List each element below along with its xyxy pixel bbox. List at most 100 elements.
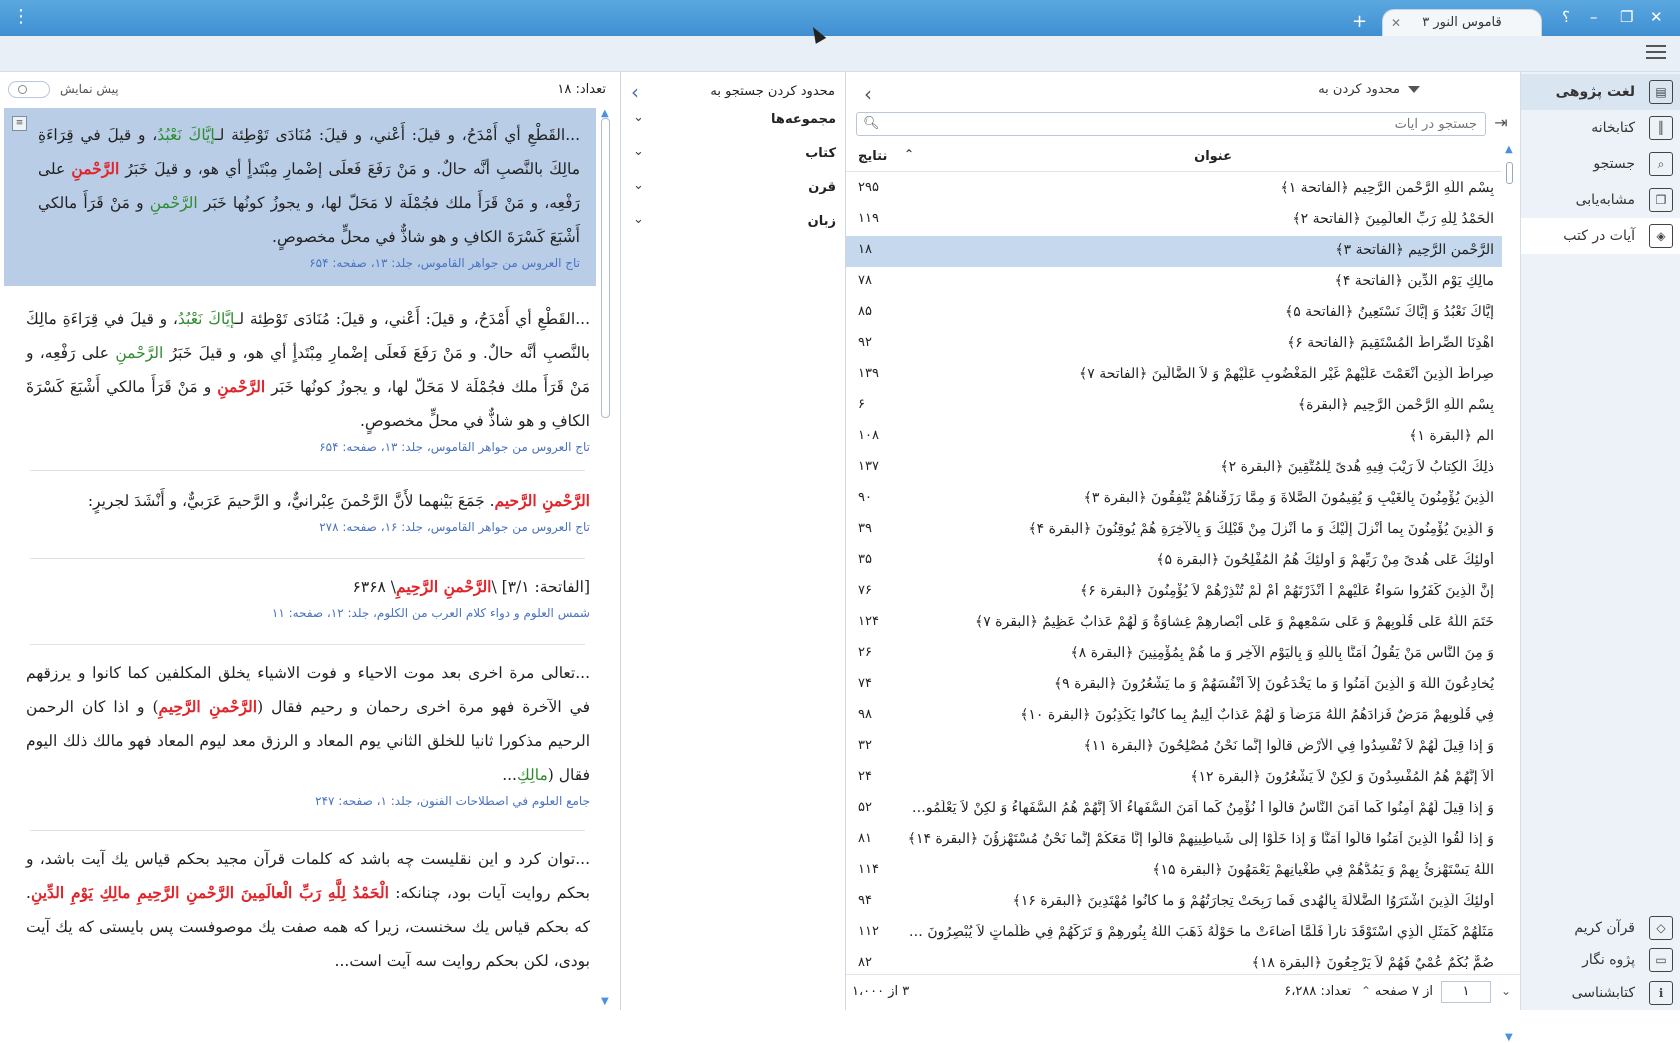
table-row[interactable]: إِيَّاكَ نَعْبُدُ وَ إِيَّاكَ نَسْتَعِين… [846,298,1502,329]
table-row[interactable]: أُولئِكَ عَلى هُدىً مِنْ رَبِّهِمْ وَ أُ… [846,546,1502,577]
entry-source-link[interactable]: جامع العلوم في اصطلاحات الفنون، جلد: ۱، … [26,794,590,808]
table-row[interactable]: ذلِكَ الْكِتابُ لاَ رَيْبَ فِيهِ هُدىً ل… [846,453,1502,484]
table-row[interactable]: الْحَمْدُ لِلَّهِ رَبِّ الْعالَمِينَ ﴿ال… [846,205,1502,236]
verse-reference[interactable]: الرَّحْمنِ [115,344,163,362]
result-entry[interactable]: ...القَطْعِ أي أَمْدَحُ، و قيلَ: أَعْني،… [20,298,596,458]
result-entry[interactable]: ...تعالى مرة اخرى بعد موت الاحياء و فوت … [20,652,596,820]
facet-century[interactable]: قرن ⌄ [621,174,846,204]
table-row[interactable]: مالِكِ يَوْمِ الدِّينِ ﴿الفاتحة ۴﴾ ۷۸ [846,267,1502,298]
result-entry[interactable]: [الفاتحة: ۳/۱] \الرَّحْمنِ الرَّحِيمِ\ ۶… [20,566,596,636]
sort-icon[interactable]: ⌃ [904,147,914,161]
highlight-match[interactable]: الرَّحْمنِ الرَّحِيمِ [396,577,491,596]
facet-label: کتاب [805,146,836,161]
table-row[interactable]: خَتَمَ اللَّهُ عَلى قُلُوبِهِمْ وَ عَلى … [846,608,1502,639]
table-row[interactable]: اهْدِنَا الصِّراطَ الْمُسْتَقِيمَ ﴿الفات… [846,329,1502,360]
entry-source-link[interactable]: تاج العروس من جواهر القاموس، جلد: ۱۳، صف… [38,256,580,270]
tab-qamus[interactable]: ✕ قاموس النور ۳ [1382,9,1542,36]
entry-text: ...تعالى مرة اخرى بعد موت الاحياء و فوت … [26,656,590,792]
table-row[interactable]: مَثَلُهُمْ كَمَثَلِ الَّذِي اسْتَوْقَدَ … [846,918,1502,949]
scroll-thumb[interactable] [601,118,610,418]
table-row[interactable]: وَ مِنَ النَّاسِ مَنْ يَقُولُ آمَنَّا بِ… [846,639,1502,670]
column-title[interactable]: عنوان [1194,149,1232,164]
sidebar-item-notes[interactable]: ▭ پژوه نگار [1521,942,1680,978]
collapse-filter-icon[interactable]: ‹ [631,80,639,104]
highlight-match[interactable]: الرَّحْمنِ [217,377,265,396]
maximize-button[interactable]: ❐ [1620,7,1633,27]
limit-to-dropdown[interactable]: محدود کردن به [1318,82,1400,97]
table-row[interactable]: أُولئِكَ الَّذِينَ اشْتَرَوُا الضَّلالَة… [846,887,1502,918]
quran-icon: ◇ [1649,916,1673,940]
sidebar-item-similarity[interactable]: ❐ مشابه‌یابی [1521,182,1680,218]
table-row[interactable]: وَ الَّذِينَ يُؤْمِنُونَ بِما أُنْزِلَ إ… [846,515,1502,546]
app-menu-icon[interactable]: ⋮ [12,7,30,27]
minimize-button[interactable]: – [1590,7,1598,27]
result-count: ۱۰۸ [858,428,879,443]
verse-search-input[interactable] [857,113,1485,136]
table-row[interactable]: يُخادِعُونَ اللَّهَ وَ الَّذِينَ آمَنُوا… [846,670,1502,701]
close-button[interactable]: ✕ [1650,7,1663,27]
scroll-down-icon[interactable]: ▼ [601,996,609,1007]
help-button[interactable]: ؟ [1562,7,1570,27]
table-row[interactable]: فِي قُلُوبِهِمْ مَرَضٌ فَزادَهُمُ اللَّه… [846,701,1502,732]
entry-source-link[interactable]: شمس العلوم و دواء كلام العرب من الكلوم، … [26,606,590,620]
facet-book[interactable]: کتاب ⌄ [621,140,846,170]
new-tab-button[interactable]: + [1352,12,1367,32]
highlight-match[interactable]: الرَّحْمنِ [71,159,119,178]
sidebar-item-label: جستجو [1593,156,1635,172]
results-scrollbar[interactable]: ▲ ▼ [598,108,614,1010]
table-row[interactable]: وَ إِذا قِيلَ لَهُمْ آمِنُوا كَما آمَنَ … [846,794,1502,825]
prev-page-icon[interactable]: ⌃ [1361,984,1371,998]
total-count: تعداد: ۶،۲۸۸ [1284,984,1351,999]
highlight-match[interactable]: الْحَمْدُ لِلَّهِ رَبِّ الْعالَمِينَ الر… [31,883,389,902]
entry-menu-icon[interactable]: ≡ [12,116,27,131]
entry-text-part: ...القَطْعِ أي أَمْدَحُ، و قيلَ: أَعْني،… [215,126,580,144]
sidebar-item-bibliography[interactable]: ℹ کتابشناسی [1521,975,1680,1011]
table-row[interactable]: اللَّهُ يَسْتَهْزِئُ بِهِمْ وَ يَمُدُّهُ… [846,856,1502,887]
verse-search-box[interactable]: 🔍︎ [856,112,1486,136]
sidebar-item-search[interactable]: ⌕ جستجو [1521,146,1680,182]
result-entry[interactable]: الرَّحْمنِ الرَّحيم. جَمَعَ بَيْنهما لأَ… [20,480,596,550]
scroll-down-icon[interactable]: ▼ [1505,1032,1513,1043]
next-page-icon[interactable]: ⌄ [1501,984,1511,998]
tab-close-icon[interactable]: ✕ [1391,10,1401,36]
search-icon: 🔍︎ [863,116,880,131]
page-number-input[interactable]: ۱ [1441,981,1491,1003]
verse-reference[interactable]: إيَّاكَ نَعْبُدُ [157,126,215,144]
preview-toggle[interactable] [8,81,50,98]
sidebar-item-verses-in-books[interactable]: ◈ آیات در کتب [1521,218,1680,254]
sidebar-item-quran[interactable]: ◇ قرآن کریم [1521,910,1680,946]
position-range: ۳ از ۱،۰۰۰ [852,984,910,999]
table-row[interactable]: بِسْمِ اللَّهِ الرَّحْمنِ الرَّحِيمِ ﴿ال… [846,391,1502,422]
table-row[interactable]: الرَّحْمنِ الرَّحِيمِ ﴿الفاتحة ۳﴾ ۱۸ [846,236,1502,267]
scroll-up-icon[interactable]: ▲ [1505,144,1513,155]
table-row[interactable]: أَلاَ إِنَّهُمْ هُمُ الْمُفْسِدُونَ وَ ل… [846,763,1502,794]
table-row[interactable]: صِراطَ الَّذِينَ أَنْعَمْتَ عَلَيْهِمْ غ… [846,360,1502,391]
search-options-icon[interactable]: ⇥ [1489,112,1513,136]
table-row[interactable]: الَّذِينَ يُؤْمِنُونَ بِالْغَيْبِ وَ يُق… [846,484,1502,515]
dropdown-arrow-icon[interactable] [1408,86,1420,93]
entry-source-link[interactable]: تاج العروس من جواهر القاموس، جلد: ۱۶، صف… [26,520,590,534]
facet-collections[interactable]: مجموعه‌ها ⌄ [621,106,846,136]
hamburger-menu-icon[interactable] [1646,45,1666,61]
entry-source-link[interactable]: تاج العروس من جواهر القاموس، جلد: ۱۳، صف… [26,440,590,454]
table-row[interactable]: الم ﴿البقرة ۱﴾ ۱۰۸ [846,422,1502,453]
sidebar-item-library[interactable]: ║ کتابخانه [1521,110,1680,146]
verse-reference[interactable]: مالِكِ [517,766,548,784]
verse-reference[interactable]: إيَّاكَ نَعْبُدُ [178,310,235,328]
list-scrollbar[interactable]: ▲ ▼ [1503,142,1517,1043]
collapse-list-icon[interactable]: ‹ [864,82,872,106]
highlight-match[interactable]: الرَّحْمنِ الرَّحِيمِ [159,697,258,716]
verse-reference[interactable]: الرَّحْمنِ [150,194,198,212]
table-row[interactable]: وَ إِذا قِيلَ لَهُمْ لاَ تُفْسِدُوا فِي … [846,732,1502,763]
highlight-match[interactable]: الرَّحْمنِ الرَّحيم [495,491,590,510]
result-entry[interactable]: ...توان كرد و اين نقليست چه باشد كه كلما… [20,838,596,1010]
table-row[interactable]: بِسْمِ اللَّهِ الرَّحْمنِ الرَّحِيمِ ﴿ال… [846,174,1502,205]
table-row[interactable]: وَ إِذا لَقُوا الَّذِينَ آمَنُوا قالُوا … [846,825,1502,856]
table-row[interactable]: إِنَّ الَّذِينَ كَفَرُوا سَواءٌ عَلَيْهِ… [846,577,1502,608]
column-results[interactable]: نتایج [858,149,887,164]
scroll-thumb[interactable] [1506,162,1513,184]
tab-title: قاموس النور ۳ [1422,15,1502,30]
result-entry[interactable]: ≡ ...القَطْعِ أي أَمْدَحُ، و قيلَ: أَعْني… [4,108,596,286]
facet-language[interactable]: زبان ⌄ [621,208,846,238]
sidebar-item-dictionary[interactable]: ▤ لغت پژوهی [1521,74,1680,110]
